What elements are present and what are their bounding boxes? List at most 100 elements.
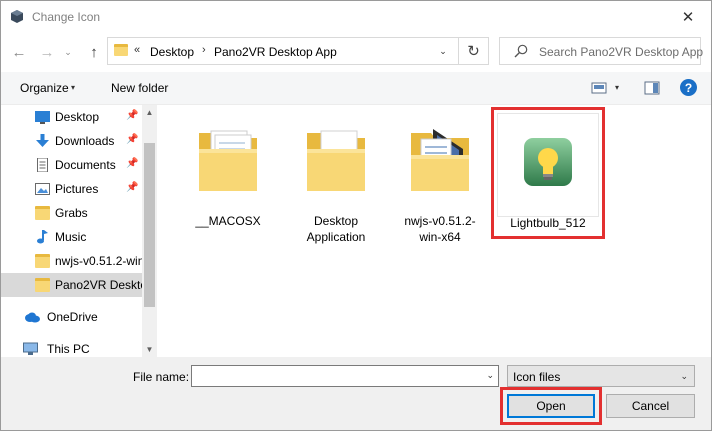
chevron-down-icon[interactable]: ⌄ [486,370,494,381]
address-bar[interactable]: « Desktop › Pano2VR Desktop App ⌄ ↻ [107,37,489,65]
address-dropdown-button[interactable]: ⌄ [436,44,450,58]
sidebar-item-label: Pictures [55,182,99,196]
file-name-input[interactable]: ⌄ [191,365,499,387]
chevron-down-icon: ⌄ [680,371,688,381]
command-toolbar: Organize ▾ New folder ▾ ? [1,72,711,105]
refresh-button[interactable]: ↻ [458,38,488,64]
forward-button[interactable]: → [37,42,57,62]
window-title: Change Icon [32,10,101,24]
pin-icon[interactable]: 📌 [126,158,138,169]
pin-icon[interactable]: 📌 [126,110,138,121]
folder-icon [35,206,50,220]
refresh-icon: ↻ [467,43,480,60]
folder-with-documents-icon [199,130,257,191]
navigation-bar: ← → ⌄ ↑ « Desktop › Pano2VR Desktop App … [1,32,711,72]
folder-icon [35,254,50,268]
file-name: Lightbulb_512 [510,216,586,230]
help-icon: ? [684,80,693,95]
change-view-icon[interactable] [591,81,607,95]
computer-icon [23,342,38,355]
organize-button[interactable]: Organize [20,81,69,95]
file-name-label: File name: [133,370,190,384]
chevron-down-icon: ⌄ [439,45,447,56]
cloud-icon [25,312,40,323]
file-name: nwjs-v0.51.2-win-x64 [404,214,476,244]
cancel-button-label: Cancel [631,399,670,413]
arrow-left-icon: ← [11,43,27,61]
sidebar-item-label: Documents [55,158,116,172]
desktop-icon [35,111,50,124]
file-name: __MACOSX [195,214,261,228]
chevron-down-icon[interactable]: ▾ [71,83,75,92]
sidebar-item-this-pc[interactable]: This PC [1,337,142,357]
search-input[interactable]: Search Pano2VR Desktop App [539,45,703,59]
sidebar-item-desktop[interactable]: Desktop 📌 [1,105,142,129]
scroll-down-icon[interactable]: ▼ [142,342,157,357]
navigation-pane-scrollbar[interactable]: ▲ ▼ [142,105,157,357]
file-type-value: Icon files [513,370,561,384]
back-button[interactable]: ← [9,42,29,62]
lightbulb-icon [524,138,572,186]
documents-icon [37,158,48,172]
arrow-up-icon: ↑ [90,43,98,61]
cancel-button[interactable]: Cancel [606,394,695,418]
file-item-lightbulb[interactable]: Lightbulb_512 [493,113,603,241]
sidebar-item-pano2vr-desktop[interactable]: Pano2VR Deskto [1,273,147,297]
file-type-select[interactable]: Icon files ⌄ [507,365,695,387]
file-list: __MACOSX Desktop Application nwjs-v0.51.… [157,105,711,357]
folder-icon [35,278,50,292]
breadcrumb-separator-icon[interactable]: › [202,44,206,56]
sidebar-item-label: Music [55,230,87,244]
sidebar-item-music[interactable]: Music [1,225,142,249]
music-icon [37,230,48,244]
close-icon: ✕ [681,8,695,26]
breadcrumb-desktop[interactable]: Desktop [150,45,194,59]
folder-with-app-icon [411,129,469,191]
search-icon [514,44,528,58]
sidebar-item-label: Pano2VR Deskto [55,278,148,292]
sidebar-item-documents[interactable]: Documents 📌 [1,153,142,177]
sidebar-item-label: nwjs-v0.51.2-win [55,254,145,268]
scrollbar-thumb[interactable] [144,143,155,307]
folder-icon [114,44,128,56]
download-icon [36,134,49,147]
sidebar-item-downloads[interactable]: Downloads 📌 [1,129,142,153]
change-icon-dialog: Change Icon ✕ ← → ⌄ ↑ « Desktop › Pano2V… [0,0,712,431]
sidebar-item-label: Downloads [55,134,115,148]
preview-pane-icon[interactable] [644,81,660,95]
pictures-icon [35,183,50,195]
sidebar-item-label: OneDrive [47,310,98,324]
pano2vr-app-icon [11,10,23,23]
file-item-nwjs[interactable]: nwjs-v0.51.2-win-x64 [397,113,483,244]
close-button[interactable]: ✕ [665,1,711,32]
help-button[interactable]: ? [680,79,697,96]
recent-locations-button[interactable]: ⌄ [61,42,75,62]
up-button[interactable]: ↑ [84,42,104,62]
sidebar-item-onedrive[interactable]: OneDrive [1,305,142,329]
open-button-label: Open [536,399,566,413]
sidebar-item-grabs[interactable]: Grabs [1,201,142,225]
file-name: Desktop Application [306,214,366,244]
file-item-desktop-application[interactable]: Desktop Application [293,113,379,244]
search-box[interactable]: Search Pano2VR Desktop App [499,37,703,65]
sidebar-item-label: Grabs [55,206,88,220]
new-folder-button[interactable]: New folder [111,81,168,95]
sidebar-item-label: Desktop [55,110,100,124]
navigation-pane: Desktop 📌 Downloads 📌 Documents 📌 Pictur… [1,105,157,357]
breadcrumb-pano2vr-desktop-app[interactable]: Pano2VR Desktop App [214,45,337,59]
breadcrumb-overflow-icon[interactable]: « [134,44,140,56]
sidebar-item-label: This PC [47,342,90,356]
title-bar: Change Icon ✕ [1,1,711,32]
folder-with-page-icon [307,130,365,191]
file-item-macosx[interactable]: __MACOSX [185,113,271,241]
pin-icon[interactable]: 📌 [126,134,138,145]
view-dropdown-icon[interactable]: ▾ [615,83,619,92]
scroll-up-icon[interactable]: ▲ [142,105,157,120]
pin-icon[interactable]: 📌 [126,182,138,193]
arrow-right-icon: → [39,43,55,61]
dialog-footer: File name: ⌄ Icon files ⌄ Open Cancel [1,357,711,430]
chevron-down-icon: ⌄ [64,46,72,57]
open-button[interactable]: Open [507,394,595,418]
sidebar-item-nwjs[interactable]: nwjs-v0.51.2-win [1,249,145,273]
sidebar-item-pictures[interactable]: Pictures 📌 [1,177,142,201]
